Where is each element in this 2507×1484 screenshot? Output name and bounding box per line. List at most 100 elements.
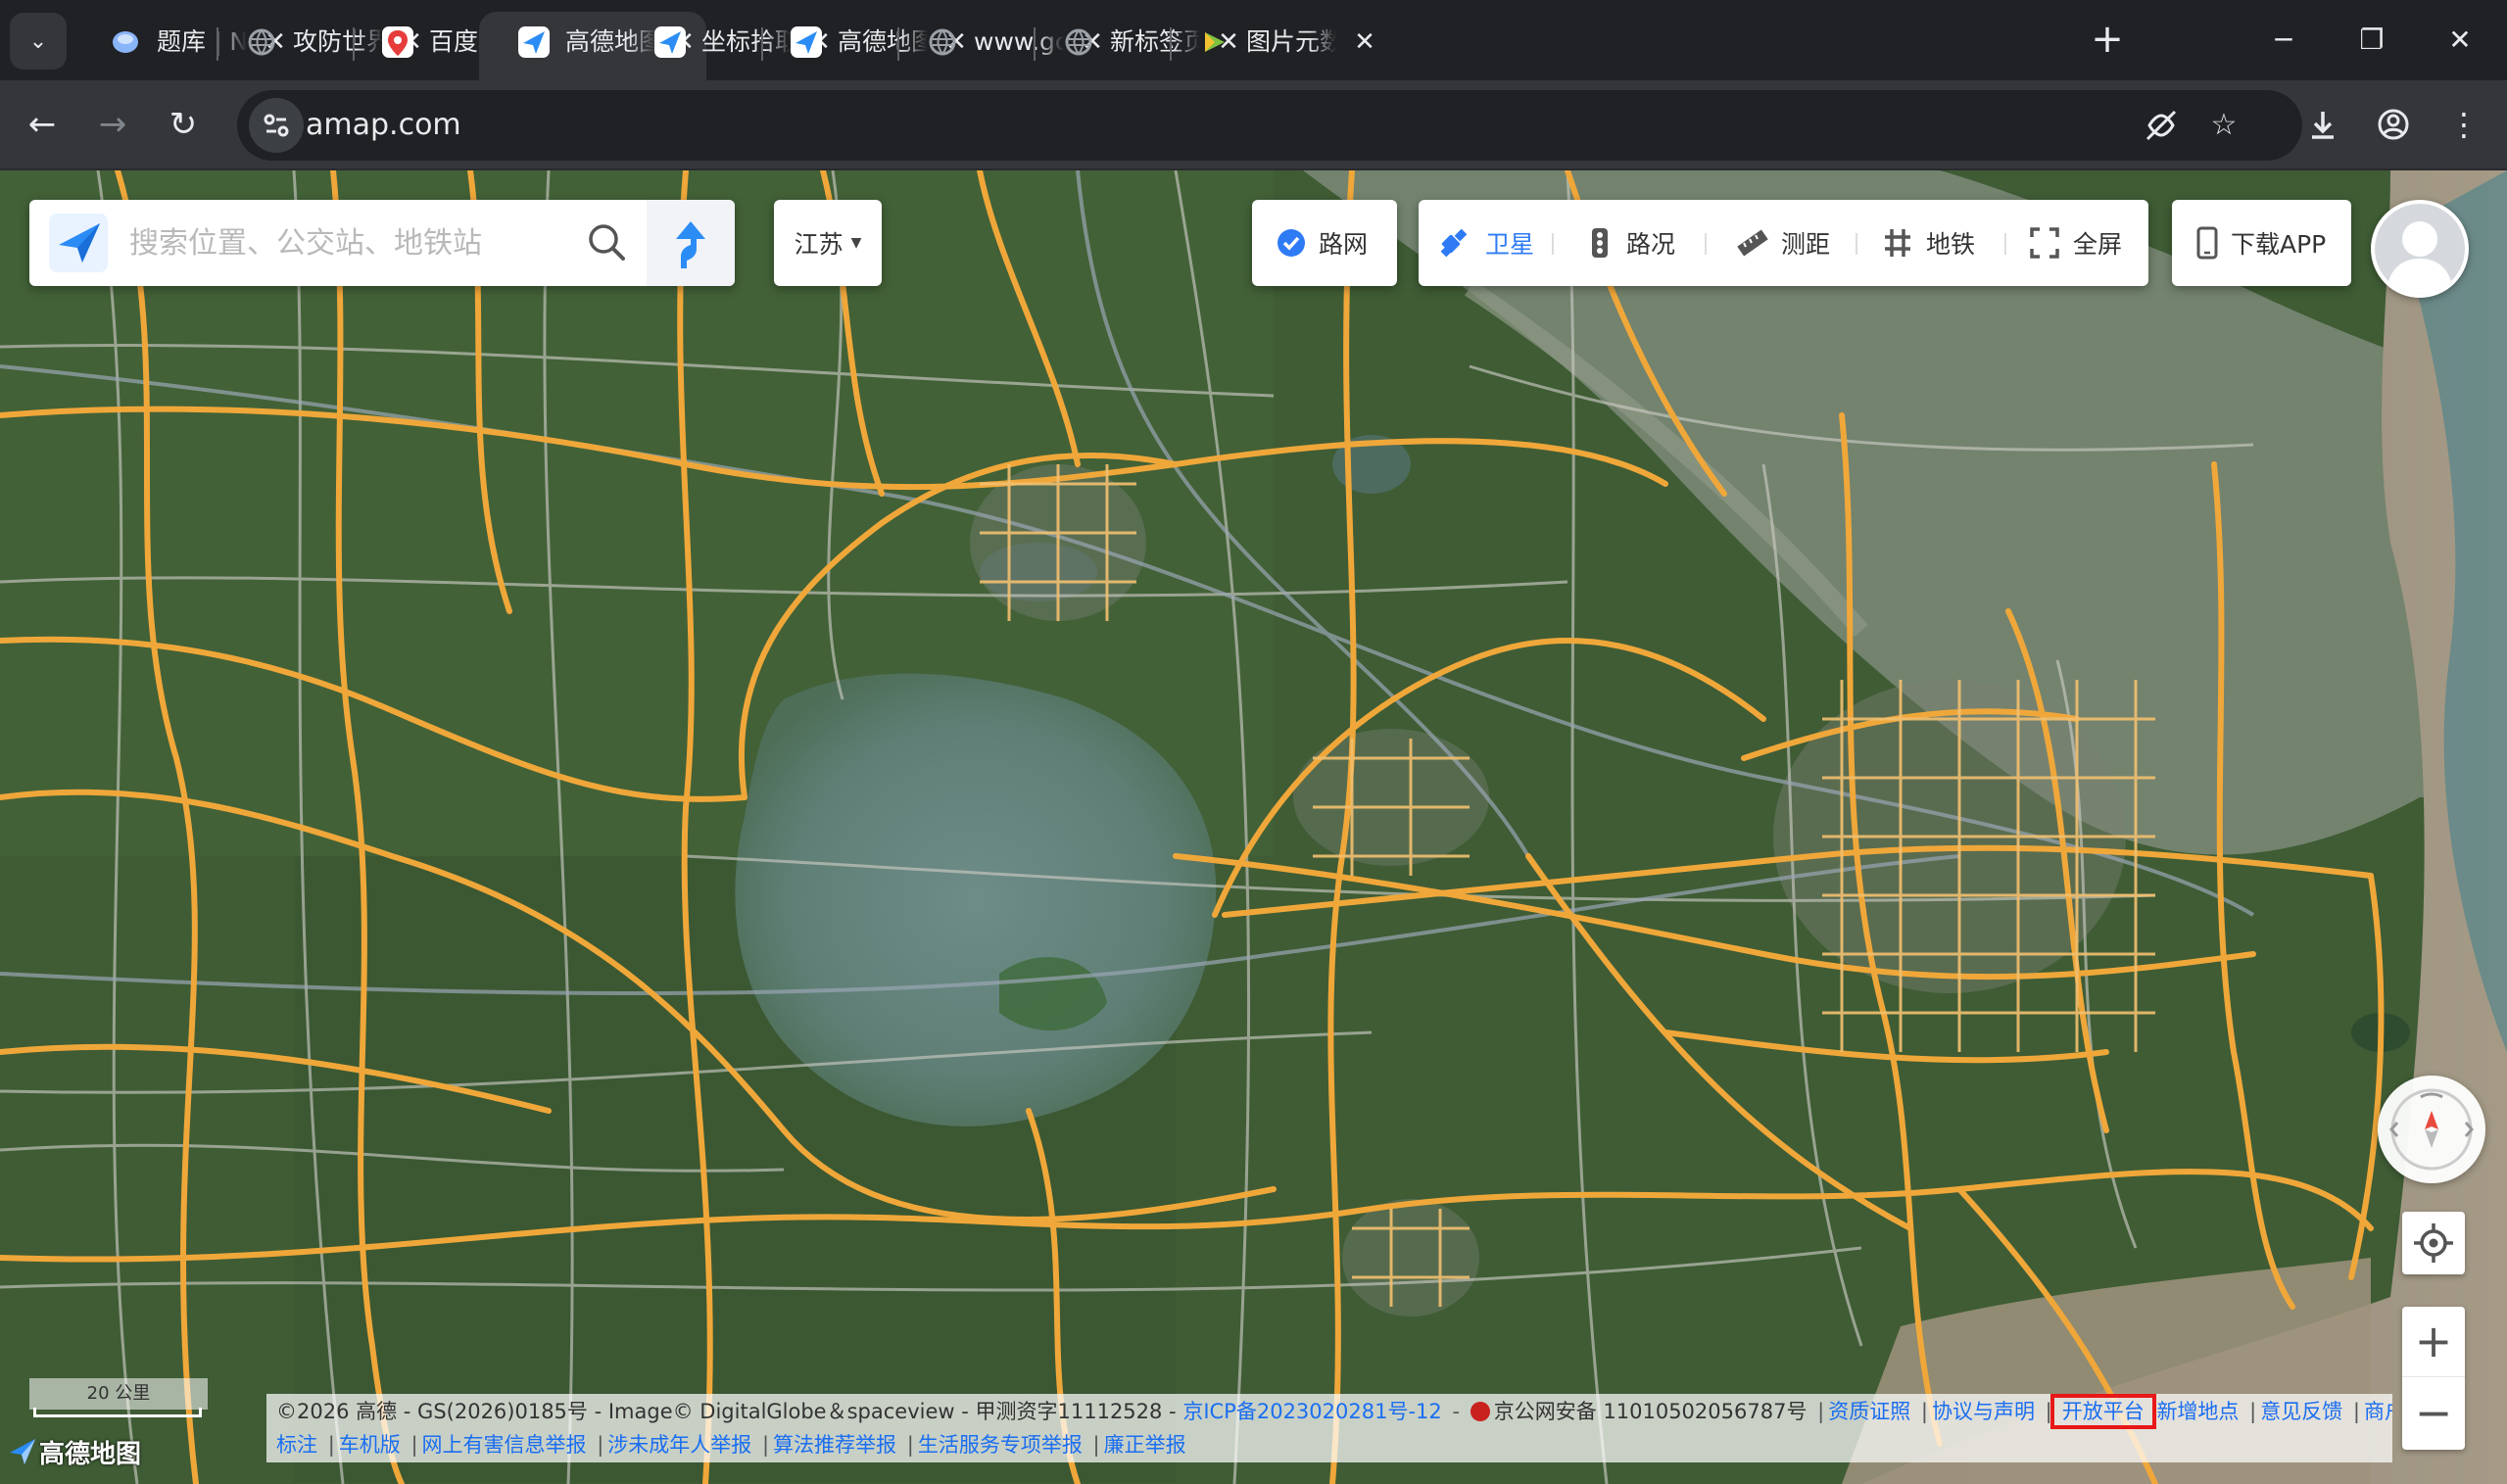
tab-title: 图片元数据 [1246,27,1336,56]
satellite-icon [1440,228,1468,258]
map-canvas[interactable]: 江苏 ▼ 路网 卫星 路况 测距 地铁 全屏 [0,170,2507,1484]
restore-button[interactable]: ❐ [2338,14,2406,67]
close-window-button[interactable]: ✕ [2426,14,2494,67]
search-panel [29,200,735,286]
amap-brand-logo: 高德地图 [6,1432,141,1471]
map-tools-panel: 卫星 路况 测距 地铁 全屏 [1419,200,2148,286]
new-tab-button[interactable]: + [2085,18,2130,63]
tracking-off-icon[interactable] [2142,106,2181,145]
map-scale: 20 公里 [29,1378,208,1421]
reload-button[interactable]: ↻ [159,100,208,149]
bookmark-star-icon[interactable]: ☆ [2204,106,2243,145]
search-input[interactable] [127,214,558,272]
phone-icon [2196,226,2218,260]
traffic-button[interactable]: 路况 [1585,200,1675,286]
fullscreen-icon [2030,227,2059,259]
footer-link-open-platform[interactable]: 开放平台 [2049,1394,2156,1429]
footer-link-merchant-free[interactable]: 商户免费 [2364,1400,2392,1423]
footer-link-agreement[interactable]: 协议与声明 [1932,1400,2035,1423]
amap-icon [791,26,822,58]
caret-down-icon: ▼ [850,235,862,251]
police-record-text: 京公网安备 11010502056787号 [1493,1400,1808,1423]
ruler-icon [1737,229,1768,257]
tab-close-icon[interactable]: ✕ [1348,25,1381,59]
zoom-control: + − [2402,1307,2465,1450]
route-planning-button[interactable] [647,200,735,286]
locate-me-button[interactable] [2402,1212,2465,1274]
scale-label: 20 公里 [29,1378,208,1410]
tiku-icon [110,26,141,58]
browser-toolbar: ← → ↻ amap.com ☆ ⋮ [0,80,2507,170]
satellite-label: 卫星 [1485,230,1535,259]
search-icon[interactable] [578,214,637,272]
police-badge-icon [1470,1402,1490,1421]
profile-icon[interactable] [2369,100,2418,149]
measure-button[interactable]: 测距 [1734,200,1830,286]
taihu-lake [735,673,1217,1126]
fullscreen-label: 全屏 [2073,230,2123,259]
traffic-label: 路况 [1626,230,1676,259]
roadnet-label: 路网 [1319,230,1369,259]
amap-icon [518,26,550,58]
checkbox-checked-icon [1278,229,1305,257]
site-info-button[interactable] [249,98,304,153]
footer-link-life-service[interactable]: 生活服务专项举报 [918,1433,1083,1457]
footer-link-harmful-info[interactable]: 网上有害信息举报 [422,1433,587,1457]
scale-bar [33,1408,202,1417]
back-button[interactable]: ← [18,100,67,149]
zoom-out-button[interactable]: − [2402,1378,2465,1449]
amap-logo-icon [10,1439,35,1464]
measure-label: 测距 [1781,230,1831,259]
compass-control[interactable] [2378,1076,2485,1183]
satellite-map-image[interactable] [0,170,2507,1484]
globe-icon [246,26,277,58]
download-app-label: 下载APP [2231,230,2327,259]
city-label: 江苏 [794,230,844,259]
compass-icon [2389,1088,2474,1171]
globe-icon [1063,26,1094,58]
browser-tab[interactable]: 图片元数据 ✕ [1172,12,1389,80]
globe-icon [927,26,958,58]
brand-text: 高德地图 [39,1439,142,1469]
amap-icon [654,26,686,58]
route-arrow-icon [676,221,705,268]
user-silhouette-icon [2386,221,2453,294]
copyright-text: ©2026 高德 - GS(2026)0185号 - Image© Digita… [276,1400,1177,1423]
icp-link[interactable]: 京ICP备2023020281号-12 [1182,1400,1441,1423]
amap-logo-icon [47,212,110,274]
footer-row-2: 标注 | 车机版 | 网上有害信息举报 | 涉未成年人举报 | 算法推荐举报 | 生活服务… [276,1433,1186,1457]
footer-link-integrity[interactable]: 廉正举报 [1104,1433,1186,1457]
map-footer: ©2026 高德 - GS(2026)0185号 - Image© Digita… [266,1394,2392,1462]
address-bar[interactable]: amap.com ☆ [237,90,2302,161]
download-icon[interactable] [2298,100,2347,149]
satellite-button[interactable]: 卫星 [1438,200,1534,286]
image-meta-icon [1199,26,1230,58]
footer-link-label[interactable]: 标注 [276,1433,317,1457]
fullscreen-button[interactable]: 全屏 [2028,200,2122,286]
footer-link-qualifications[interactable]: 资质证照 [1828,1400,1910,1423]
footer-link-algorithm[interactable]: 算法推荐举报 [773,1433,896,1457]
footer-link-add-place[interactable]: 新增地点 [2156,1400,2239,1423]
download-app-button[interactable]: 下载APP [2172,200,2351,286]
forward-button[interactable]: → [88,100,137,149]
subway-label: 地铁 [1926,230,1976,259]
roadnet-toggle[interactable]: 路网 [1252,200,1397,286]
minimize-button[interactable]: ─ [2249,14,2318,67]
zoom-in-button[interactable]: + [2402,1307,2465,1377]
chevron-down-icon: ⌄ [28,28,48,54]
crosshair-icon [2414,1223,2453,1263]
footer-link-feedback[interactable]: 意见反馈 [2260,1400,2342,1423]
footer-link-minors[interactable]: 涉未成年人举报 [607,1433,751,1457]
subway-icon [1885,229,1910,257]
traffic-light-icon [1592,228,1608,258]
more-menu-icon[interactable]: ⋮ [2439,100,2488,149]
baidu-map-pin-icon [382,26,413,58]
subway-button[interactable]: 地铁 [1881,200,1975,286]
user-avatar[interactable] [2371,200,2469,298]
tab-search-menu-button[interactable]: ⌄ [10,13,67,70]
tune-icon [264,114,289,137]
city-selector[interactable]: 江苏 ▼ [774,200,882,286]
tab-strip: ⌄ 题库 | N✕攻防世界✕百度地图✕高德地图✕坐标拾取✕高德地图✕www.gc… [0,0,2507,80]
url-text[interactable]: amap.com [306,104,461,147]
footer-link-car-edition[interactable]: 车机版 [339,1433,401,1457]
